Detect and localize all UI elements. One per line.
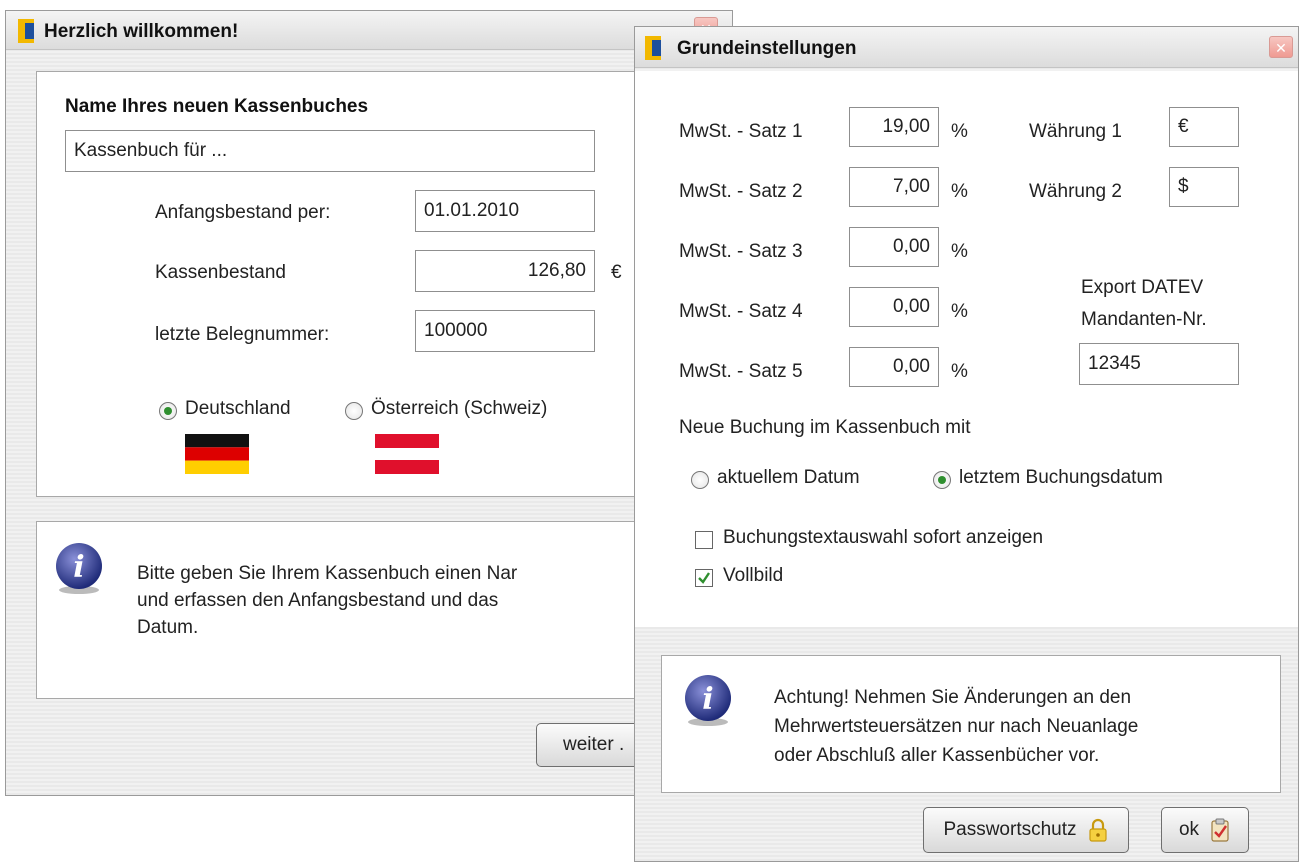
vat-field-5[interactable]: 0,00 [849, 347, 939, 387]
welcome-info-line-2: und erfassen den Anfangsbestand und das [137, 590, 499, 611]
radio-austria-label[interactable]: Österreich (Schweiz) [371, 398, 547, 420]
svg-text:i: i [702, 682, 713, 717]
welcome-info-line-1: Bitte geben Sie Ihrem Kassenbuch einen N… [137, 563, 518, 584]
close-icon[interactable]: ✕ [1269, 36, 1293, 58]
vat-label-3: MwSt. - Satz 3 [679, 241, 803, 262]
vat-percent-1: % [951, 121, 968, 142]
settings-window: Grundeinstellungen ✕ MwSt. - Satz 1 19,0… [634, 26, 1299, 862]
info-icon: i [685, 675, 731, 726]
german-flag-icon [185, 434, 249, 474]
next-button-label: weiter . [563, 734, 625, 755]
receipt-number-label: letzte Belegnummer: [155, 324, 330, 345]
welcome-info-line-3: Datum. [137, 617, 199, 638]
austrian-flag-icon [375, 434, 439, 474]
export-client-number-field[interactable]: 12345 [1079, 343, 1239, 385]
currency-symbol: € [611, 262, 622, 283]
vat-percent-5: % [951, 361, 968, 382]
cash-balance-label: Kassenbestand [155, 262, 286, 283]
start-balance-label: Anfangsbestand per: [155, 202, 331, 223]
info-icon: i [56, 543, 102, 594]
vat-percent-3: % [951, 241, 968, 262]
checkbox-booking-text[interactable] [695, 531, 713, 549]
settings-warning-panel: i Achtung! Nehmen Sie Änderungen an den … [661, 655, 1281, 793]
receipt-number-field[interactable]: 100000 [415, 310, 595, 352]
welcome-title: Herzlich willkommen! [44, 21, 239, 42]
currency-field-2[interactable]: $ [1169, 167, 1239, 207]
vat-field-1[interactable]: 19,00 [849, 107, 939, 147]
cash-balance-field[interactable]: 126,80 [415, 250, 595, 292]
warning-line-2: Mehrwertsteuersätzen nur nach Neuanlage [774, 716, 1139, 737]
radio-current-date-label[interactable]: aktuellem Datum [717, 467, 860, 489]
warning-line-1: Achtung! Nehmen Sie Änderungen an den [774, 687, 1132, 708]
password-protection-button[interactable]: Passwortschutz [923, 807, 1129, 853]
export-datev-label: Export DATEV [1081, 277, 1204, 298]
checkmark-icon [698, 572, 710, 584]
vat-field-4[interactable]: 0,00 [849, 287, 939, 327]
radio-germany[interactable] [159, 402, 177, 420]
settings-form-panel: MwSt. - Satz 1 19,00 % MwSt. - Satz 2 7,… [635, 71, 1298, 627]
warning-line-3: oder Abschluß aller Kassenbücher vor. [774, 745, 1100, 766]
start-date-field[interactable]: 01.01.2010 [415, 190, 595, 232]
next-button[interactable]: weiter . [536, 723, 646, 767]
settings-title: Grundeinstellungen [677, 38, 857, 59]
vat-percent-2: % [951, 181, 968, 202]
checkbox-fullscreen[interactable] [695, 569, 713, 587]
kassenbuch-name-field[interactable]: Kassenbuch für ... [65, 130, 595, 172]
currency-field-1[interactable]: € [1169, 107, 1239, 147]
lock-icon [1088, 818, 1107, 842]
booking-heading: Neue Buchung im Kassenbuch mit [679, 417, 971, 438]
currency-label-1: Währung 1 [1029, 121, 1122, 142]
welcome-titlebar[interactable]: Herzlich willkommen! ✕ [6, 11, 732, 50]
welcome-window: Herzlich willkommen! ✕ Name Ihres neuen … [5, 10, 733, 796]
radio-austria[interactable] [345, 402, 363, 420]
vat-label-1: MwSt. - Satz 1 [679, 121, 803, 142]
welcome-info-panel: i Bitte geben Sie Ihrem Kassenbuch einen… [36, 521, 676, 699]
app-logo-icon [18, 19, 34, 43]
vat-percent-4: % [951, 301, 968, 322]
app-logo-icon [645, 36, 661, 60]
radio-current-date[interactable] [691, 471, 709, 489]
clipboard-check-icon [1211, 818, 1229, 842]
welcome-form-panel: Name Ihres neuen Kassenbuches Kassenbuch… [36, 71, 676, 497]
password-button-label: Passwortschutz [943, 819, 1077, 840]
vat-label-2: MwSt. - Satz 2 [679, 181, 803, 202]
checkbox-booking-text-label[interactable]: Buchungstextauswahl sofort anzeigen [723, 527, 1043, 549]
radio-germany-label[interactable]: Deutschland [185, 398, 291, 420]
export-client-label: Mandanten-Nr. [1081, 309, 1207, 330]
vat-label-4: MwSt. - Satz 4 [679, 301, 803, 322]
ok-button[interactable]: ok [1161, 807, 1249, 853]
kassenbuch-name-heading: Name Ihres neuen Kassenbuches [65, 96, 369, 117]
vat-field-3[interactable]: 0,00 [849, 227, 939, 267]
vat-field-2[interactable]: 7,00 [849, 167, 939, 207]
radio-last-booking-date[interactable] [933, 471, 951, 489]
svg-text:i: i [73, 550, 84, 585]
checkbox-fullscreen-label[interactable]: Vollbild [723, 565, 783, 587]
vat-label-5: MwSt. - Satz 5 [679, 361, 803, 382]
currency-label-2: Währung 2 [1029, 181, 1122, 202]
settings-titlebar[interactable]: Grundeinstellungen ✕ [635, 27, 1298, 68]
ok-button-label: ok [1178, 819, 1200, 840]
radio-last-booking-date-label[interactable]: letztem Buchungsdatum [959, 467, 1163, 489]
